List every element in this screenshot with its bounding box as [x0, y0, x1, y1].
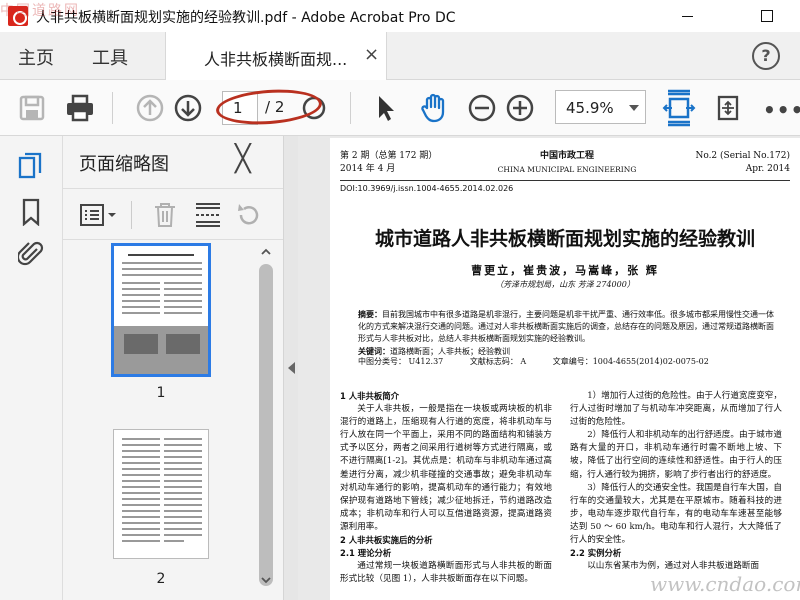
- thumbnail-label-1: 1: [156, 385, 166, 401]
- document-code: 文献标志码： A: [469, 357, 527, 366]
- panel-splitter[interactable]: [283, 136, 298, 600]
- header-date: 2014 年 4 月: [340, 164, 396, 174]
- keywords-text: 道路横断面；人非共板；经验教训: [390, 347, 510, 356]
- abstract-block: 摘要：目前我国城市中有很多道路是机非混行，主要问题是机非干扰严重、通行效率低。很…: [358, 308, 778, 358]
- header-serial: No.2 (Serial No.172): [695, 151, 790, 161]
- classification-line: 中图分类号： U412.37 文献标志码： A 文章编号：1004-4655(2…: [358, 356, 733, 367]
- section-heading-1: 1 人非共板简介: [340, 391, 399, 401]
- page-thumbnail-1[interactable]: [111, 243, 211, 377]
- main-toolbar: [0, 80, 800, 136]
- navigation-rail: [0, 136, 63, 600]
- watermark-bottom: www.cndao.com: [650, 572, 800, 596]
- subsection-heading-2-1: 2.1 理论分析: [340, 548, 392, 559]
- previous-page-icon[interactable]: [134, 92, 166, 124]
- toolbar-separator: [112, 92, 113, 124]
- abstract-text: 目前我国城市中有很多道路是机非混行，主要问题是机非干扰严重、通行效率低。很多城市…: [358, 310, 774, 343]
- page-thumbnail-2[interactable]: [113, 429, 209, 559]
- hand-tool-icon[interactable]: [418, 92, 450, 124]
- insert-page-icon[interactable]: [193, 201, 223, 229]
- toolbar-separator: [350, 92, 351, 124]
- header-rule: [340, 180, 790, 181]
- text-column-right: 1）增加行人过街的危险性。由于人行道宽度变窄，行人过街时增加了与机动车冲突距离，…: [570, 390, 782, 573]
- bookmark-icon[interactable]: [18, 198, 44, 226]
- acrobat-app-icon: [8, 6, 28, 26]
- rotate-view-icon[interactable]: [712, 92, 744, 124]
- text-column-left: 1 人非共板简介 关于人非共板，一般是指在一块板或两块板的机非混行的道路上，压缩…: [340, 390, 552, 586]
- select-arrow-icon[interactable]: [370, 92, 402, 124]
- next-page-icon[interactable]: [172, 92, 204, 124]
- journal-name-en: CHINA MUNICIPAL ENGINEERING: [497, 165, 637, 174]
- keywords-label: 关键词：: [358, 346, 390, 356]
- zoom-out-icon[interactable]: [466, 92, 498, 124]
- minimize-button[interactable]: [664, 0, 710, 32]
- zoom-select[interactable]: 45.9%: [555, 90, 646, 124]
- scroll-down-icon[interactable]: [260, 574, 272, 586]
- rotate-page-icon[interactable]: [235, 201, 263, 229]
- print-icon[interactable]: [64, 92, 96, 124]
- maximize-button[interactable]: [744, 0, 790, 32]
- zoom-in-icon[interactable]: [504, 92, 536, 124]
- tab-home[interactable]: 主页: [18, 44, 54, 70]
- title-bar: 人非共板横断面规划实施的经验教训.pdf - Adobe Acrobat Pro…: [0, 0, 800, 32]
- help-button[interactable]: ?: [752, 42, 780, 70]
- tab-document-label: 人非共板横断面规...: [204, 50, 348, 69]
- zoom-value: 45.9%: [566, 99, 614, 117]
- more-tools-icon[interactable]: •••: [763, 98, 800, 122]
- fit-width-icon[interactable]: [662, 88, 696, 128]
- page-thumbnails-panel: 页面缩略图 ╳ 1 2: [63, 136, 283, 600]
- header-center: 中国市政工程 CHINA MUNICIPAL ENGINEERING: [492, 150, 642, 176]
- panel-close-icon[interactable]: ╳: [235, 144, 251, 174]
- thumbnail-label-2: 2: [156, 571, 166, 587]
- subsection-heading-2-2: 2.2 实例分析: [570, 548, 622, 559]
- panel-toolbar: [63, 188, 283, 240]
- thumbnails-list: 1 2: [63, 241, 283, 600]
- pdf-page: 第 2 期（总第 172 期） 2014 年 4 月 中国市政工程 CHINA …: [330, 138, 800, 600]
- window-title: 人非共板横断面规划实施的经验教训.pdf - Adobe Acrobat Pro…: [36, 10, 456, 26]
- abstract-label: 摘要：: [358, 309, 382, 319]
- delete-page-icon[interactable]: [151, 201, 179, 229]
- clc-number: 中图分类号： U412.37: [358, 357, 444, 366]
- paragraph: 1）增加行人过街的危险性。由于人行道宽度变窄，行人过街时增加了与机动车冲突距离，…: [570, 391, 782, 428]
- thumbnails-scrollbar[interactable]: [259, 246, 273, 586]
- article-title: 城市道路人非共板横断面规划实施的经验教训: [374, 228, 755, 250]
- header-issue: 第 2 期（总第 172 期）: [340, 151, 438, 161]
- page-thumbnails-icon[interactable]: [18, 152, 44, 180]
- paragraph: 3）降低行人的交通安全性。我国是自行车大国，自行车的交通量较大，尤其是在平原城市…: [570, 482, 782, 546]
- panel-title: 页面缩略图: [79, 154, 169, 175]
- tab-tools[interactable]: 工具: [92, 44, 128, 70]
- scrollbar-thumb[interactable]: [259, 264, 273, 586]
- scroll-up-icon[interactable]: [260, 246, 272, 258]
- thumbnail-options-icon[interactable]: [79, 203, 119, 227]
- chevron-down-icon: [629, 105, 639, 111]
- article-number: 文章编号：1004-4655(2014)02-0075-02: [552, 357, 709, 366]
- paragraph: 关于人非共板，一般是指在一块板或两块板的机非混行的道路上，压缩现有人行道的宽度，…: [340, 404, 552, 532]
- attachment-icon[interactable]: [18, 240, 44, 268]
- paragraph: 2）降低行人和非机动车的出行舒适度。由于城市道路有大量的开口，非机动车通行时需不…: [570, 430, 782, 480]
- header-left: 第 2 期（总第 172 期） 2014 年 4 月: [340, 150, 437, 176]
- doi-text: DOI:10.3969/j.issn.1004-4655.2014.02.026: [340, 184, 514, 193]
- article-authors: 曹更立，崔贵波，马嵩峰，张 辉: [471, 264, 659, 277]
- tab-document[interactable]: 人非共板横断面规... ×: [165, 32, 387, 80]
- collapse-panel-icon[interactable]: [288, 362, 295, 374]
- tab-row: 主页 工具 人非共板横断面规... ×: [0, 32, 800, 80]
- header-right: No.2 (Serial No.172) Apr. 2014: [690, 150, 790, 176]
- section-heading-2: 2 人非共板实施后的分析: [340, 535, 433, 546]
- save-icon[interactable]: [16, 92, 48, 124]
- header-month: Apr. 2014: [745, 164, 790, 174]
- paragraph: 通过常规一块板道路横断面形式与人非共板的断面形式比较（见图 1），人非共板断面存…: [340, 561, 552, 585]
- journal-name-cn: 中国市政工程: [539, 151, 594, 161]
- author-affiliation: （芳泽市规划局，山东 芳泽 274000）: [495, 280, 635, 289]
- tab-close-icon[interactable]: ×: [364, 44, 379, 65]
- panel-separator: [131, 201, 132, 229]
